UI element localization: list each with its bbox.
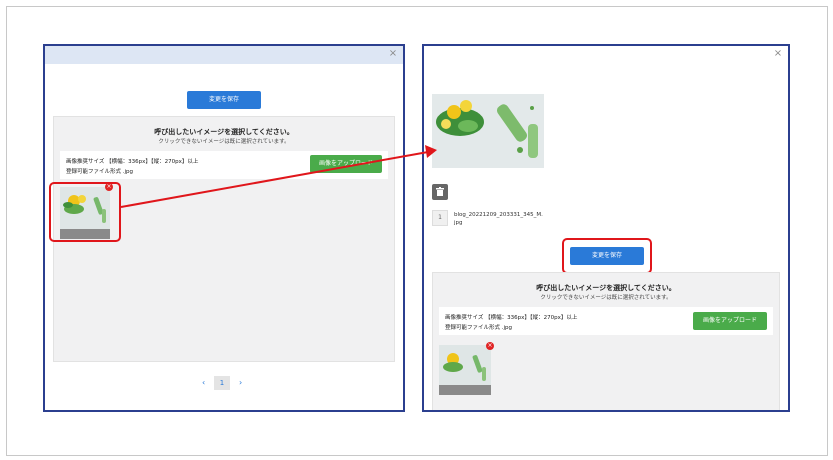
- annotation-arrow: [120, 145, 437, 208]
